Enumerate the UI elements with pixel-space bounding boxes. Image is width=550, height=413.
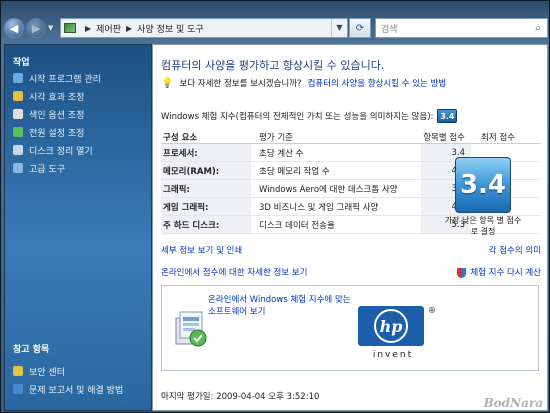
breadcrumb-performance[interactable]: 사양 정보 및 도구: [137, 22, 204, 35]
see-also-section: 참고 항목 보안 센터 문제 보고서 및 해결 방법: [5, 342, 151, 398]
sidebar-item-label: 시작 프로그램 관리: [29, 74, 101, 85]
window: ◀ ▶ ▼ ▶ 제어판 ▶ 사양 정보 및 도구 ▼ ⟳ 검색 ⌕ 작업 시작 …: [0, 0, 550, 413]
watermark: BodNara: [483, 396, 543, 410]
links-row-2: 온라인에서 점수에 대한 자세한 정보 보기 체험 지수 다시 계산: [161, 266, 541, 278]
online-scores-link[interactable]: 온라인에서 점수에 대한 자세한 정보 보기: [161, 266, 307, 278]
rerun-assessment-button[interactable]: 체험 지수 다시 계산: [457, 266, 541, 278]
visual-effects-icon: [13, 91, 23, 101]
search-icon[interactable]: ⌕: [529, 19, 547, 37]
see-also-heading: 참고 항목: [13, 345, 50, 355]
row-component: 프로세서:: [161, 144, 251, 161]
hp-logo-mark: hp: [374, 309, 408, 343]
address-dropdown-icon[interactable]: ▼: [331, 19, 347, 37]
sidebar-item-label: 문제 보고서 및 해결 방법: [29, 385, 124, 396]
row-criteria: 초당 계산 수: [259, 148, 304, 159]
sidebar-item-label: 색인 옵션 조정: [29, 110, 85, 121]
sidebar-item-visual-effects[interactable]: 시각 효과 조정: [5, 87, 151, 105]
security-center-icon: [13, 366, 23, 376]
base-score-badge: 3.4: [455, 157, 511, 213]
search-placeholder: 검색: [381, 24, 398, 35]
sidebar-item-label: 전원 설정 조정: [29, 128, 85, 139]
last-assessed: 마지막 평가일: 2009-04-04 오후 3:52:10: [161, 392, 320, 402]
row-criteria: 3D 비즈니스 및 게임 그래픽 사양: [259, 202, 379, 213]
control-panel-icon: [64, 23, 76, 33]
breadcrumb-control-panel[interactable]: 제어판: [96, 22, 121, 35]
row-criteria: 초당 메모리 작업 수: [259, 166, 330, 177]
search-input[interactable]: 검색 ⌕: [375, 18, 548, 38]
lightbulb-icon: 💡: [161, 77, 174, 89]
wei-mini-badge: 3.4: [437, 109, 458, 123]
sidebar-item-startup-programs[interactable]: 시작 프로그램 관리: [5, 69, 151, 87]
row-component: 그래픽:: [161, 180, 251, 197]
address-bar: ◀ ▶ ▼ ▶ 제어판 ▶ 사양 정보 및 도구 ▼ ⟳ 검색 ⌕: [4, 16, 548, 40]
sidebar-item-security-center[interactable]: 보안 센터: [5, 362, 151, 380]
sidebar-item-label: 고급 도구: [29, 164, 65, 175]
wei-text: Windows 체험 지수(컴퓨터의 전체적인 가치 또는 성능을 의미하지는 …: [161, 112, 434, 122]
task-pane: 작업 시작 프로그램 관리 시각 효과 조정 색인 옵션 조정 전원 설정 조정…: [4, 44, 152, 411]
hp-tagline: invent: [372, 350, 414, 360]
sidebar-item-problem-reports[interactable]: 문제 보고서 및 해결 방법: [5, 380, 151, 398]
sidebar-item-disk-cleanup[interactable]: 디스크 정리 열기: [5, 141, 151, 159]
uac-shield-icon: [457, 267, 467, 278]
page-title: 컴퓨터의 사양을 평가하고 향상시킬 수 있습니다.: [161, 59, 385, 72]
row-component: 메모리(RAM):: [161, 162, 251, 179]
breadcrumb-separator-icon[interactable]: ▶: [85, 24, 91, 33]
content-pane: 컴퓨터의 사양을 평가하고 향상시킬 수 있습니다. 💡 보다 자세한 정보를 …: [152, 44, 548, 411]
disk-cleanup-icon: [13, 145, 23, 155]
sidebar-item-label: 디스크 정리 열기: [29, 146, 93, 157]
row-criteria: Windows Aero에 대한 데스크톱 사양: [259, 184, 398, 195]
hp-logo[interactable]: hp: [358, 306, 424, 346]
sidebar-item-label: 시각 효과 조정: [29, 92, 85, 103]
score-meaning-link[interactable]: 각 점수의 의미: [489, 244, 541, 256]
table-header: 구성 요소 평가 기준 항목별 점수 최저 점수: [161, 130, 541, 144]
row-criteria: 디스크 데이터 전송율: [259, 220, 335, 231]
base-score-note: 가장 낮은 항목 별 점수로 결정: [444, 216, 522, 236]
software-offer-box: 온라인에서 Windows 체험 지수에 맞는 소프트웨어 보기 hp ® in…: [161, 285, 539, 371]
sidebar-item-power-settings[interactable]: 전원 설정 조정: [5, 123, 151, 141]
indexing-options-icon: [13, 109, 23, 119]
refresh-button[interactable]: ⟳: [349, 18, 371, 38]
startup-programs-icon: [13, 73, 23, 83]
forward-button[interactable]: ▶: [26, 18, 46, 38]
breadcrumb[interactable]: ▶ 제어판 ▶ 사양 정보 및 도구 ▼: [60, 18, 348, 38]
sidebar-item-indexing-options[interactable]: 색인 옵션 조정: [5, 105, 151, 123]
power-settings-icon: [13, 127, 23, 137]
breadcrumb-separator-icon[interactable]: ▶: [126, 24, 132, 33]
back-arrow-icon: ◀: [9, 21, 19, 35]
compatible-software-link[interactable]: 온라인에서 Windows 체험 지수에 맞는 소프트웨어 보기: [208, 294, 358, 318]
history-dropdown-icon[interactable]: ▼: [48, 24, 56, 32]
tasks-heading: 작업: [13, 58, 30, 68]
software-box-icon: [175, 311, 207, 347]
hint-row: 💡 보다 자세한 정보를 보시겠습니까? 컴퓨터의 사양을 향상시킬 수 있는 …: [161, 77, 447, 90]
row-component: 게임 그래픽:: [161, 198, 251, 215]
header-criteria: 평가 기준: [259, 132, 293, 143]
sidebar-item-advanced-tools[interactable]: 고급 도구: [5, 159, 151, 177]
rerun-assessment-label: 체험 지수 다시 계산: [470, 268, 541, 278]
forward-arrow-icon: ▶: [31, 21, 41, 35]
sidebar-item-label: 보안 센터: [29, 367, 65, 378]
row-component: 주 하드 디스크:: [161, 216, 251, 233]
back-button[interactable]: ◀: [4, 18, 24, 38]
header-component: 구성 요소: [163, 132, 198, 143]
advanced-tools-icon: [13, 163, 23, 173]
header-subscore: 항목별 점수: [423, 132, 465, 143]
problem-reports-icon: [13, 384, 23, 394]
registered-mark: ®: [428, 306, 436, 315]
improve-performance-link[interactable]: 컴퓨터의 사양을 향상시킬 수 있는 방법: [308, 77, 447, 89]
refresh-icon: ⟳: [355, 22, 365, 34]
hint-text: 보다 자세한 정보를 보시겠습니까?: [179, 79, 302, 89]
wei-summary: Windows 체험 지수(컴퓨터의 전체적인 가치 또는 성능을 의미하지는 …: [161, 109, 458, 123]
header-base-score: 최저 점수: [481, 132, 515, 143]
view-print-details-link[interactable]: 세부 정보 보기 및 인쇄: [161, 244, 242, 256]
links-row-1: 세부 정보 보기 및 인쇄 각 점수의 의미: [161, 244, 541, 256]
